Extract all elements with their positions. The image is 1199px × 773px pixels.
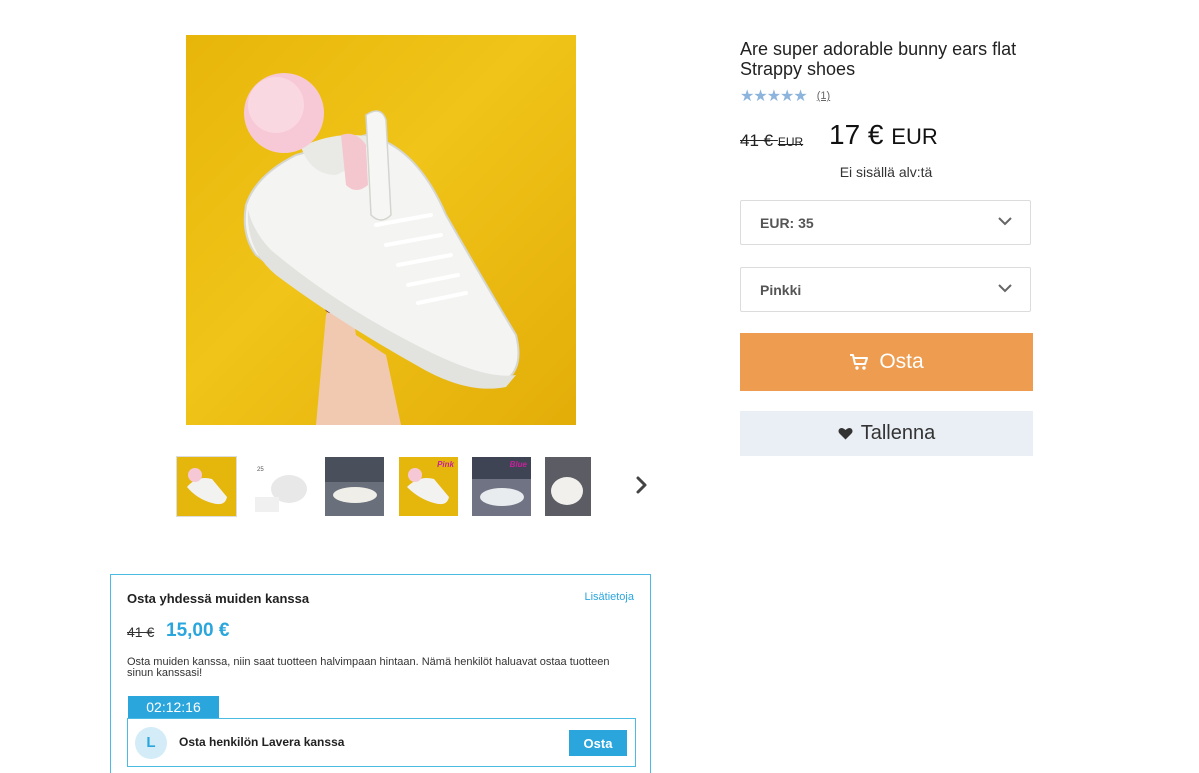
product-main-image[interactable] [186,35,576,425]
sale-price: 17 € EUR [829,119,938,151]
thumbnail-4[interactable]: Pink [399,457,458,516]
buy-button[interactable]: Osta [740,333,1033,391]
join-group-buy-button[interactable]: Osta [569,730,627,756]
color-select-value: Pinkki [760,282,802,298]
chevron-down-icon [998,217,1012,226]
save-button[interactable]: Tallenna [740,411,1033,456]
group-buy-original-price: 41 € [127,624,155,640]
group-buy-price: 15,00 € [166,620,230,641]
group-buy-panel: Osta yhdessä muiden kanssa Lisätietoja 4… [110,574,651,773]
original-price: 41 € EUR [740,131,803,151]
group-buy-description: Osta muiden kanssa, niin saat tuotteen h… [127,656,610,679]
partner-text: Osta henkilön Lavera kanssa [179,735,345,749]
thumbnail-5[interactable]: Blue [472,457,531,516]
size-select-value: EUR: 35 [760,215,814,231]
thumbnail-label-pink: Pink [437,460,454,469]
group-buy-title: Osta yhdessä muiden kanssa [127,591,310,606]
thumbnail-6[interactable] [545,457,591,516]
review-count-link[interactable]: (1) [817,90,830,102]
group-buy-partner-row: L Osta henkilön Lavera kanssa Osta [127,718,636,767]
original-price-value: 41 € [740,131,774,150]
buy-button-label: Osta [879,350,924,373]
countdown-timer: 02:12:16 [128,696,219,718]
more-info-link[interactable]: Lisätietoja [584,591,634,603]
product-title: Are super adorable bunny ears flat Strap… [740,39,1017,79]
original-price-currency: EUR [777,135,804,149]
vat-note: Ei sisällä alv:tä [839,164,933,180]
thumbnail-1[interactable] [176,456,237,517]
heart-icon [838,427,853,440]
color-select[interactable]: Pinkki [740,267,1031,312]
size-select[interactable]: EUR: 35 [740,200,1031,245]
thumbnail-3[interactable] [325,457,384,516]
rating: ★★★★★ (1) [740,86,830,106]
avatar: L [135,727,167,759]
thumbnail-2[interactable]: 25 [251,457,310,516]
save-button-label: Tallenna [860,422,936,444]
chevron-right-icon[interactable] [632,473,652,497]
thumbnail-label-blue: Blue [509,460,527,469]
rating-stars-icon: ★★★★★ [740,88,808,105]
sale-price-currency: EUR [891,124,938,149]
chevron-down-icon [998,284,1012,293]
svg-text:25: 25 [257,467,264,473]
product-page: 25 Pink Blue Are super adorable bunny ea… [0,0,1199,773]
sale-price-value: 17 € [829,119,884,150]
cart-icon [850,354,869,370]
